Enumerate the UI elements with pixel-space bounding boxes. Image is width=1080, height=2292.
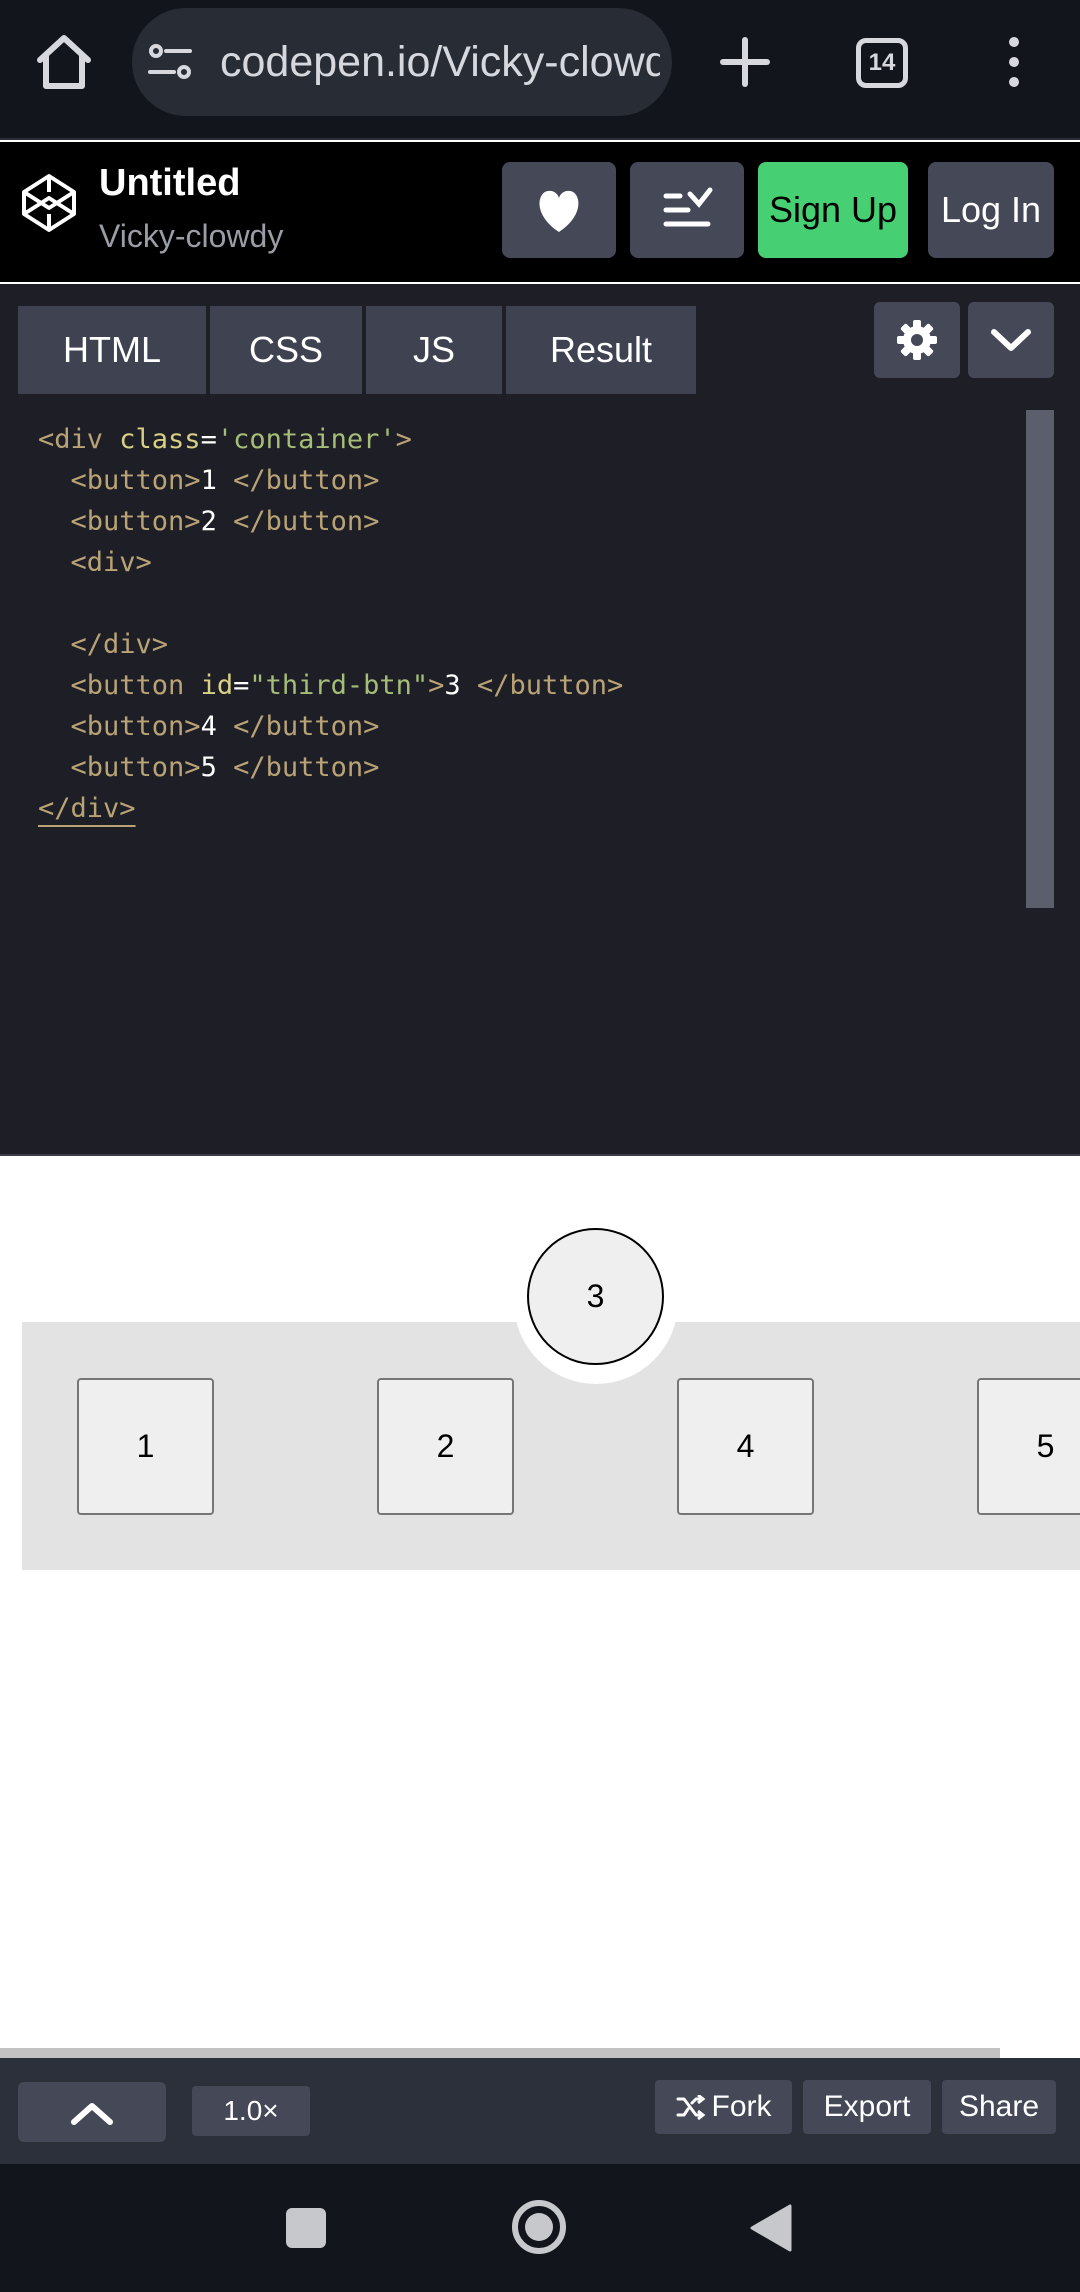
more-menu-icon[interactable] — [990, 34, 1038, 90]
home-icon[interactable] — [32, 30, 96, 94]
code-line[interactable]: <div> — [38, 543, 152, 583]
fork-button[interactable]: Fork — [655, 2080, 792, 2134]
tab-css[interactable]: CSS — [210, 306, 362, 394]
preview-button-5[interactable]: 5 — [977, 1378, 1080, 1515]
preview-scrollbar[interactable] — [0, 2048, 1000, 2058]
code-line[interactable]: <button>4 </button> — [38, 707, 380, 747]
tab-js[interactable]: JS — [366, 306, 502, 394]
preview-button-1[interactable]: 1 — [77, 1378, 214, 1515]
chevron-up-icon — [71, 2103, 113, 2125]
html-code-editor[interactable]: <div class='container'> <button>1 </butt… — [0, 394, 1080, 1156]
recent-apps-icon[interactable] — [286, 2208, 326, 2248]
new-tab-icon[interactable] — [718, 30, 772, 94]
expand-console-button[interactable] — [18, 2082, 166, 2142]
gear-icon — [897, 320, 937, 360]
zoom-level-button[interactable]: 1.0× — [192, 2086, 310, 2136]
code-line[interactable]: <button>5 </button> — [38, 748, 380, 788]
code-line[interactable]: </div> — [38, 625, 169, 665]
back-triangle-icon[interactable] — [750, 2204, 792, 2252]
result-preview: 1 2 3 4 5 — [0, 1158, 1080, 2058]
address-bar[interactable]: codepen.io/Vicky-clowdy — [132, 8, 672, 116]
pen-title[interactable]: Untitled — [99, 160, 240, 206]
editor-collapse-button[interactable] — [968, 302, 1054, 378]
site-settings-icon[interactable] — [148, 42, 192, 82]
tab-html[interactable]: HTML — [18, 306, 206, 394]
chevron-down-icon — [991, 329, 1031, 351]
browser-toolbar: codepen.io/Vicky-clowdy 14 — [0, 0, 1080, 140]
code-line[interactable]: </div> — [38, 789, 136, 829]
sign-up-button[interactable]: Sign Up — [758, 162, 908, 258]
share-button[interactable]: Share — [942, 2080, 1056, 2134]
code-line[interactable]: <button id="third-btn">3 </button> — [38, 666, 624, 706]
preview-button-2[interactable]: 2 — [377, 1378, 514, 1515]
editor-tab-bar: HTML CSS JS Result — [0, 284, 1080, 394]
editor-scrollbar[interactable] — [1026, 410, 1054, 908]
url-text[interactable]: codepen.io/Vicky-clowdy — [220, 38, 660, 86]
preview-button-4[interactable]: 4 — [677, 1378, 814, 1515]
like-button[interactable] — [502, 162, 616, 258]
tab-switcher-button[interactable]: 14 — [856, 38, 908, 88]
code-line[interactable]: <div class='container'> — [38, 420, 412, 460]
codepen-header: Untitled Vicky-clowdy Sign Up Log In — [0, 142, 1080, 282]
preview-button-3[interactable]: 3 — [527, 1228, 664, 1365]
export-button[interactable]: Export — [803, 2080, 931, 2134]
fork-label: Fork — [711, 2090, 772, 2123]
editor-footer: 1.0× Fork Export Share — [0, 2058, 1080, 2164]
android-navigation-bar — [0, 2164, 1080, 2292]
code-line[interactable]: <button>1 </button> — [38, 461, 380, 501]
editor-settings-button[interactable] — [874, 302, 960, 378]
layout-list-icon — [663, 187, 713, 227]
tab-result[interactable]: Result — [506, 306, 696, 394]
pen-author[interactable]: Vicky-clowdy — [99, 216, 283, 256]
codepen-logo-icon[interactable] — [20, 172, 78, 234]
code-line[interactable]: <button>2 </button> — [38, 502, 380, 542]
home-circle-icon[interactable] — [512, 2200, 566, 2254]
change-view-button[interactable] — [630, 162, 744, 258]
fork-icon — [676, 2095, 705, 2121]
log-in-button[interactable]: Log In — [928, 162, 1054, 258]
heart-icon — [539, 190, 579, 232]
